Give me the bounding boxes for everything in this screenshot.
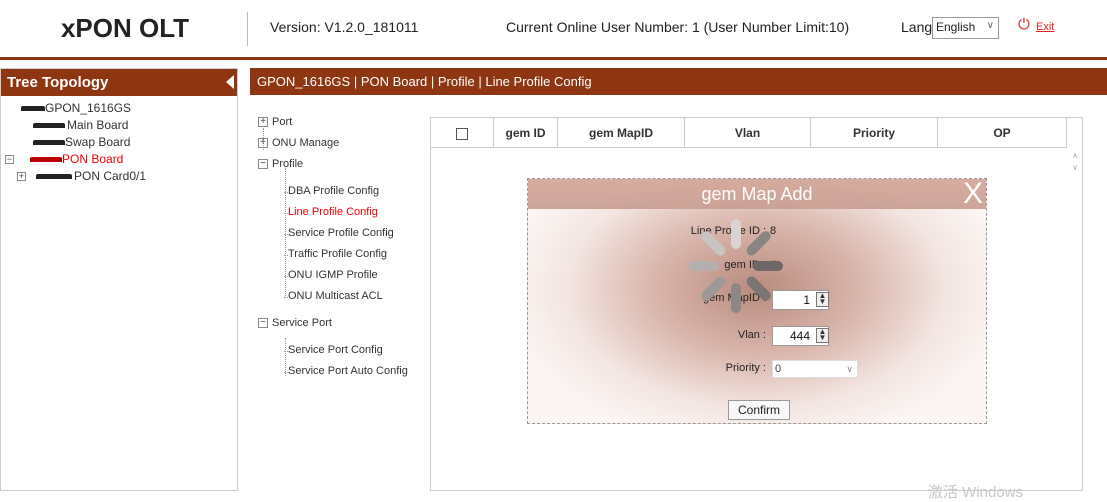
tree-topology-title-text: Tree Topology (7, 74, 109, 91)
tree-topology-panel: Tree Topology GPON_1616GS Main Board Swa… (0, 68, 238, 491)
menu-item-onu-manage[interactable]: + ONU Manage (258, 133, 428, 154)
menu-label: Port (272, 116, 293, 128)
menu-label: Service Port (272, 317, 332, 329)
activation-watermark: 激活 Windows (928, 484, 1024, 501)
menu-label: Line Profile Config (288, 206, 378, 218)
tree-topology-title: Tree Topology (1, 69, 237, 96)
exit-link[interactable]: Exit (1036, 21, 1054, 33)
loading-spinner-icon (687, 216, 787, 316)
priority-select[interactable]: 0 ∨ (772, 360, 858, 378)
menu-item-service-port-config[interactable]: Service Port Config (258, 340, 428, 361)
select-all-checkbox[interactable] (456, 127, 468, 140)
version-text: Version: V1.2.0_181011 (270, 19, 419, 35)
menu-item-port[interactable]: + Port (258, 112, 428, 133)
power-icon[interactable]: ⏻ (1018, 16, 1030, 33)
collapse-icon[interactable]: − (258, 159, 268, 170)
tree-node-label: PON Card0/1 (74, 169, 147, 183)
menu-label: Service Profile Config (288, 227, 394, 239)
menu-item-service-port[interactable]: − Service Port (258, 313, 428, 334)
scroll-down-icon[interactable]: ∨ (1072, 163, 1078, 172)
header-divider (247, 12, 248, 46)
spinner-spoke (744, 229, 773, 258)
spinner-spoke (731, 219, 741, 249)
spinner-spoke (731, 283, 741, 313)
board-icon (30, 157, 62, 163)
column-header[interactable]: Priority (811, 118, 938, 148)
expand-icon[interactable]: + (258, 117, 268, 128)
menu-item-line-profile[interactable]: Line Profile Config (258, 202, 428, 223)
menu-item-service-port-auto[interactable]: Service Port Auto Config (258, 361, 428, 382)
spinner-spoke (699, 274, 728, 303)
menu-label: Service Port Auto Config (288, 365, 408, 377)
scroll-up-icon[interactable]: ∧ (1072, 151, 1078, 160)
menu-label: ONU IGMP Profile (288, 269, 378, 281)
menu-item-onu-igmp[interactable]: ONU IGMP Profile (258, 265, 428, 286)
tree-node-swap-board[interactable]: Swap Board (1, 134, 237, 151)
column-header[interactable]: gem ID (494, 118, 558, 148)
priority-select-value: 0 (775, 363, 782, 375)
collapse-icon[interactable]: − (258, 318, 268, 329)
column-header[interactable]: OP (938, 118, 1067, 148)
menu-item-onu-multicast[interactable]: ONU Multicast ACL (258, 286, 428, 307)
device-icon (21, 106, 45, 112)
menu-item-dba-profile[interactable]: DBA Profile Config (258, 181, 428, 202)
online-users-text: Current Online User Number: 1 (User Numb… (506, 19, 850, 35)
lang-label: Lang (901, 19, 933, 35)
collapse-arrow-icon[interactable] (226, 75, 234, 89)
brand-title: xPON OLT (60, 13, 190, 43)
menu-label: Service Port Config (288, 344, 383, 356)
tree-node-label: Main Board (67, 118, 129, 132)
expand-icon[interactable]: + (17, 172, 26, 182)
expand-icon[interactable]: + (258, 138, 268, 149)
dialog-title: gem Map Add (701, 184, 813, 204)
tree-node-gpon[interactable]: GPON_1616GS (1, 100, 237, 117)
spinner-spoke (753, 261, 783, 271)
breadcrumb: GPON_1616GS | PON Board | Profile | Line… (250, 68, 1107, 95)
menu-label: DBA Profile Config (288, 185, 380, 197)
board-icon (36, 174, 72, 180)
tree-node-label: GPON_1616GS (45, 101, 132, 115)
menu-item-traffic-profile[interactable]: Traffic Profile Config (258, 244, 428, 265)
tree-node-pon-card[interactable]: + PON Card0/1 (1, 168, 237, 185)
chevron-down-icon: ∨ (986, 20, 994, 31)
language-select[interactable]: English ∨ (932, 17, 999, 39)
language-select-value: English (936, 20, 976, 34)
dialog-title-bar: gem Map Add (528, 179, 986, 209)
menu-label: ONU Manage (272, 137, 340, 149)
gem-mapid-spinner[interactable]: ▲ ▼ (816, 292, 829, 307)
vlan-value: 444 (789, 329, 810, 343)
tree-node-label: PON Board (62, 152, 124, 166)
menu-label: Traffic Profile Config (288, 248, 388, 260)
vlan-label: Vlan : (737, 329, 766, 341)
tree-view: GPON_1616GS Main Board Swap Board − PON B… (1, 96, 237, 185)
menu-label: Profile (272, 158, 304, 170)
chevron-down-icon: ∨ (846, 364, 853, 374)
confirm-button[interactable]: Confirm (728, 400, 790, 420)
vlan-spinner[interactable]: ▲ ▼ (816, 328, 829, 343)
spinner-spoke (699, 229, 728, 258)
expand-icon[interactable]: − (5, 155, 14, 165)
menu-item-profile[interactable]: − Profile (258, 154, 428, 175)
close-icon[interactable]: X (963, 177, 983, 211)
column-header[interactable]: gem MapID (558, 118, 685, 148)
tree-node-pon-board[interactable]: − PON Board (1, 151, 237, 168)
menu-label: ONU Multicast ACL (288, 290, 383, 302)
tree-node-label: Swap Board (65, 135, 131, 149)
table-header: gem ID gem MapID Vlan Priority OP (431, 118, 1067, 148)
spinner-spoke (744, 274, 773, 303)
menu-item-service-profile[interactable]: Service Profile Config (258, 223, 428, 244)
column-header[interactable]: Vlan (685, 118, 811, 148)
config-menu: + Port + ONU Manage − Profile DBA Profile C… (258, 112, 428, 382)
board-icon (33, 123, 65, 129)
priority-label: Priority : (725, 362, 766, 374)
tree-node-main-board[interactable]: Main Board (1, 117, 237, 134)
gem-mapid-value: 1 (803, 293, 810, 307)
select-all-cell (431, 118, 494, 148)
top-header: xPON OLT Version: V1.2.0_181011 Current … (0, 0, 1107, 60)
board-icon (33, 140, 65, 146)
spinner-spoke (689, 261, 719, 271)
